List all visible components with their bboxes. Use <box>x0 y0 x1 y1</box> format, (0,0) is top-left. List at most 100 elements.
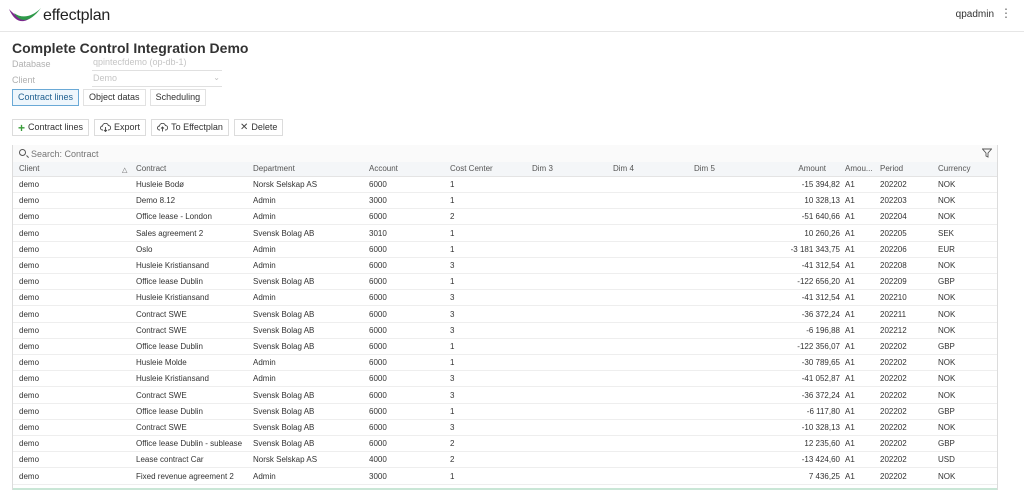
to-effectplan-button[interactable]: To Effectplan <box>151 119 229 136</box>
cell-amount: -30 789,65 <box>801 358 840 368</box>
column-header-currency[interactable]: Currency <box>938 164 988 173</box>
table-row[interactable]: demo Demo 8.12 Admin 3000 1 10 328,13 A1 202203… <box>13 193 997 210</box>
logo[interactable]: effectplan <box>8 4 110 28</box>
cell-cost-center: 3 <box>450 261 455 270</box>
cell-account: 6000 <box>369 180 387 189</box>
table-row[interactable]: demo Lease contract Car Norsk Selskap AS 40… <box>13 452 997 469</box>
tab-object-datas[interactable]: Object datas <box>83 89 146 106</box>
cell-client: demo <box>19 180 40 189</box>
table-row[interactable]: demo Contract SWE Svensk Bolag AB 6000 3 -10 … <box>13 420 997 436</box>
cell-account: 6000 <box>369 293 387 303</box>
column-header-amount[interactable]: Amount <box>768 164 826 173</box>
cell-currency: USD <box>938 455 955 465</box>
table-row[interactable]: demo Husleie Kristiansand Admin 6000 3 -41 05… <box>13 371 997 388</box>
user-name[interactable]: qpadmin <box>956 9 994 20</box>
table-row[interactable]: demo Husleie Kristiansand Admin 6000 3 -41 31… <box>13 290 997 307</box>
cell-period: 202203 <box>880 196 907 206</box>
table-row[interactable]: demo Office lease Dublin Svensk Bolag AB 60… <box>13 274 997 291</box>
cell-client: demo <box>19 244 40 254</box>
cell-contract: Contract SWE <box>136 325 187 335</box>
cell-period: 202208 <box>880 261 907 270</box>
column-header-amount-type[interactable]: Amou... <box>845 164 875 173</box>
cell-contract: Contract SWE <box>136 309 187 319</box>
cell-client: demo <box>19 277 40 287</box>
cell-cost-center: 3 <box>450 374 455 384</box>
cell-amount-type: A1 <box>845 293 855 303</box>
cell-period: 202209 <box>880 277 907 287</box>
table-row[interactable]: demo Contract SWE Svensk Bolag AB 6000 3 -36 … <box>13 307 997 323</box>
cell-period: 202202 <box>880 455 907 465</box>
column-header-dim3[interactable]: Dim 3 <box>532 164 607 173</box>
tab-scheduling[interactable]: Scheduling <box>149 89 207 106</box>
column-header-cost-center[interactable]: Cost Center <box>450 164 525 173</box>
table-row[interactable]: demo Sales agreement 2 Svensk Bolag AB 3010… <box>13 226 997 242</box>
cloud-upload-icon <box>157 123 169 132</box>
sort-asc-icon[interactable]: △ <box>122 166 127 174</box>
cell-account: 4000 <box>369 455 387 465</box>
table-row[interactable]: demo Office lease Dublin Svensk Bolag AB 60… <box>13 404 997 420</box>
grid-search-bar <box>13 145 997 162</box>
cell-amount-type: A1 <box>845 455 855 465</box>
cell-client: demo <box>19 342 40 351</box>
page-title: Complete Control Integration Demo <box>12 40 249 56</box>
table-row[interactable]: demo Husleie Bodø Norsk Selskap AS 6000 1 -15… <box>13 177 997 193</box>
column-header-dim5[interactable]: Dim 5 <box>694 164 769 173</box>
cell-account: 3010 <box>369 228 387 238</box>
cell-department: Norsk Selskap AS <box>253 455 318 465</box>
cell-amount: -13 424,60 <box>801 455 840 465</box>
search-icon <box>19 149 26 156</box>
cell-amount: -10 328,13 <box>801 423 840 432</box>
table-row[interactable]: demo Office lease - London Admin 6000 2 -51 6… <box>13 209 997 226</box>
cell-period: 202202 <box>880 423 907 432</box>
table-row[interactable]: demo Office lease Dublin - sublease Svensk… <box>13 436 997 453</box>
cell-contract: Office lease Dublin <box>136 277 203 287</box>
cell-amount-type: A1 <box>845 358 855 368</box>
cell-account: 6000 <box>369 325 387 335</box>
plus-icon: + <box>18 120 26 135</box>
database-field: qpintecfdemo (op-db-1) <box>92 57 222 71</box>
table-row[interactable]: demo Contract SWE Svensk Bolag AB 6000 3 -6 1… <box>13 323 997 339</box>
table-row[interactable]: demo Husleie Kristiansand Admin 6000 3 -41 31… <box>13 258 997 274</box>
column-header-dim4[interactable]: Dim 4 <box>613 164 688 173</box>
more-options-icon[interactable]: ⋮ <box>1000 7 1012 19</box>
cell-amount: -51 640,66 <box>801 212 840 222</box>
cell-currency: NOK <box>938 471 956 481</box>
column-header-account[interactable]: Account <box>369 164 444 173</box>
cell-account: 6000 <box>369 261 387 270</box>
cell-account: 6000 <box>369 423 387 432</box>
cell-amount: -41 312,54 <box>801 261 840 270</box>
column-header-period[interactable]: Period <box>880 164 930 173</box>
cell-contract: Contract SWE <box>136 423 187 432</box>
table-row[interactable]: demo Fixed revenue agreement 2 Admin 3000 1 7… <box>13 469 997 485</box>
delete-button[interactable]: ✕ Delete <box>233 119 284 136</box>
table-row[interactable]: demo Office lease Dublin Svensk Bolag AB 60… <box>13 339 997 355</box>
chevron-down-icon: ⌄ <box>213 73 220 82</box>
top-bar: effectplan qpadmin ⋮ <box>0 0 1024 32</box>
cell-contract: Office lease Dublin - sublease <box>136 439 243 449</box>
cell-account: 3000 <box>369 196 387 206</box>
client-select[interactable]: Demo ⌄ <box>92 73 222 87</box>
cell-currency: NOK <box>938 358 956 368</box>
column-header-department[interactable]: Department <box>253 164 363 173</box>
add-contract-lines-button[interactable]: + Contract lines <box>12 119 90 136</box>
column-header-contract[interactable]: Contract <box>136 164 246 173</box>
cell-amount: 10 328,13 <box>804 196 840 206</box>
search-input[interactable] <box>31 149 411 159</box>
cell-client: demo <box>19 196 40 206</box>
column-header-client[interactable]: Client <box>19 164 109 173</box>
table-row[interactable]: demo Oslo Admin 6000 1 -3 181 343,75 A1 202206 E… <box>13 242 997 258</box>
cell-account: 6000 <box>369 374 387 384</box>
cell-department: Svensk Bolag AB <box>253 390 315 400</box>
filter-icon[interactable] <box>982 148 992 158</box>
cell-contract: Office lease - London <box>136 212 212 222</box>
table-row[interactable]: demo Husleie Molde Admin 6000 1 -30 789,65 A1 2… <box>13 355 997 372</box>
export-button[interactable]: Export <box>94 119 147 136</box>
cell-period: 202204 <box>880 212 907 222</box>
table-row[interactable]: demo Contract SWE Svensk Bolag AB 6000 3 -36 … <box>13 388 997 404</box>
cell-contract: Office lease Dublin <box>136 406 203 416</box>
cell-department: Admin <box>253 374 276 384</box>
tab-contract-lines[interactable]: Contract lines <box>12 89 80 106</box>
cell-client: demo <box>19 390 40 400</box>
cell-account: 6000 <box>369 358 387 368</box>
cell-amount-type: A1 <box>845 196 855 206</box>
